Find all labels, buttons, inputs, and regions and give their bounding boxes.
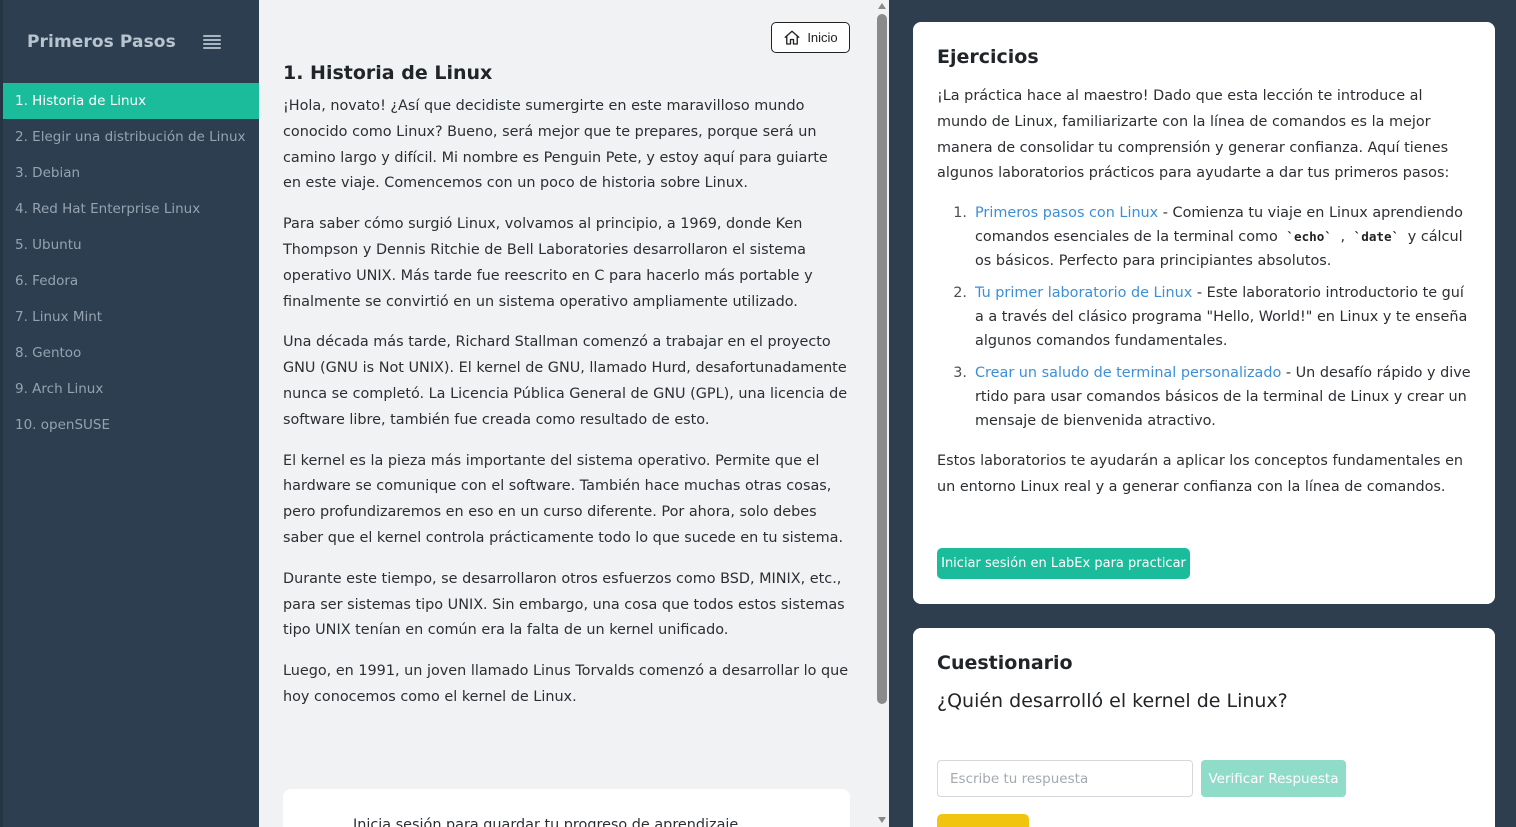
answer-input[interactable] <box>937 760 1193 797</box>
progress-login-text[interactable]: Inicia sesión para guardar tu progreso d… <box>353 817 738 827</box>
hint-button[interactable] <box>937 814 1029 827</box>
labex-login-button[interactable]: Iniciar sesión en LabEx para practicar <box>937 548 1190 579</box>
exercise-link-primer-laboratorio[interactable]: Tu primer laboratorio de Linux <box>975 285 1192 301</box>
sidebar-item-arch-linux[interactable]: 9. Arch Linux <box>3 371 259 407</box>
sidebar-item-label: 1. Historia de Linux <box>15 93 147 109</box>
lesson-paragraph: Una década más tarde, Richard Stallman c… <box>283 334 848 428</box>
exercise-link-primeros-pasos[interactable]: Primeros pasos con Linux <box>975 205 1158 221</box>
sidebar-item-label: 8. Gentoo <box>15 345 82 361</box>
quiz-title: Cuestionario <box>937 652 1073 674</box>
sidebar-item-label: 3. Debian <box>15 165 81 181</box>
lesson-paragraph: Para saber cómo surgió Linux, volvamos a… <box>283 216 813 310</box>
lesson-body: 1. Historia de Linux ¡Hola, novato! ¿Así… <box>283 62 849 726</box>
home-button-label: Inicio <box>807 30 838 45</box>
content-scrollbar[interactable] <box>875 0 889 827</box>
menu-icon-bar <box>203 42 221 45</box>
code-echo: `echo` <box>1286 229 1332 245</box>
exercise-item: 3. Crear un saludo de terminal personali… <box>937 361 1471 433</box>
sidebar-title: Primeros Pasos <box>27 31 176 52</box>
exercise-body: Primeros pasos con Linux - Comienza tu v… <box>975 201 1471 273</box>
lesson-paragraph: El kernel es la pieza más importante del… <box>283 452 844 546</box>
exercise-body: Tu primer laboratorio de Linux - Este la… <box>975 281 1471 353</box>
quiz-question: ¿Quién desarrolló el kernel de Linux? <box>937 690 1288 712</box>
exercises-card: Ejercicios ¡La práctica hace al maestro!… <box>913 22 1495 604</box>
sidebar-item-historia-de-linux[interactable]: 1. Historia de Linux <box>3 83 259 119</box>
exercises-title: Ejercicios <box>937 46 1039 68</box>
sidebar-item-label: 9. Arch Linux <box>15 381 104 397</box>
scrollbar-thumb[interactable] <box>877 14 887 704</box>
exercises-list: 1. Primeros pasos con Linux - Comienza t… <box>937 201 1471 433</box>
lesson-paragraph: Durante este tiempo, se desarrollaron ot… <box>283 570 845 639</box>
code-date: `date` <box>1353 229 1400 245</box>
exercise-separator: , <box>1335 229 1350 246</box>
sidebar-item-label: 5. Ubuntu <box>15 237 82 253</box>
sidebar-item-label: 7. Linux Mint <box>15 309 103 325</box>
quiz-card: Cuestionario ¿Quién desarrolló el kernel… <box>913 628 1495 827</box>
sidebar: Primeros Pasos 1. Historia de Linux 2. E… <box>0 0 259 827</box>
sidebar-item-elegir-distribucion[interactable]: 2. Elegir una distribución de Linux <box>3 119 259 155</box>
right-panel: Ejercicios ¡La práctica hace al maestro!… <box>889 0 1516 827</box>
exercises-outro: Estos laboratorios te ayudarán a aplicar… <box>937 453 1464 495</box>
exercise-item: 1. Primeros pasos con Linux - Comienza t… <box>937 201 1471 273</box>
lesson-paragraph: ¡Hola, novato! ¿Así que decidiste sumerg… <box>283 98 828 192</box>
scroll-up-icon[interactable] <box>878 3 886 9</box>
home-button[interactable]: Inicio <box>771 22 850 53</box>
menu-icon-bar <box>203 34 221 37</box>
exercise-item: 2. Tu primer laboratorio de Linux - Este… <box>937 281 1471 353</box>
sidebar-item-linux-mint[interactable]: 7. Linux Mint <box>3 299 259 335</box>
sidebar-item-label: 4. Red Hat Enterprise Linux <box>15 201 201 217</box>
quiz-answer-row: Verificar Respuesta <box>937 760 1346 797</box>
sidebar-item-gentoo[interactable]: 8. Gentoo <box>3 335 259 371</box>
exercises-intro: ¡La práctica hace al maestro! Dado que e… <box>937 88 1450 182</box>
home-icon <box>784 30 800 45</box>
sidebar-item-label: 2. Elegir una distribución de Linux <box>15 129 246 145</box>
scroll-down-icon[interactable] <box>878 817 886 823</box>
menu-icon-bar <box>203 38 221 41</box>
sidebar-item-label: 10. openSUSE <box>15 417 111 433</box>
sidebar-item-debian[interactable]: 3. Debian <box>3 155 259 191</box>
exercise-body: Crear un saludo de terminal personalizad… <box>975 361 1471 433</box>
sidebar-item-fedora[interactable]: 6. Fedora <box>3 263 259 299</box>
menu-icon[interactable] <box>203 34 221 49</box>
sidebar-nav: 1. Historia de Linux 2. Elegir una distr… <box>3 83 259 443</box>
progress-login-card: Inicia sesión para guardar tu progreso d… <box>283 789 850 827</box>
sidebar-item-ubuntu[interactable]: 5. Ubuntu <box>3 227 259 263</box>
lesson-title: 1. Historia de Linux <box>283 62 493 84</box>
lesson-content: Inicio 1. Historia de Linux ¡Hola, novat… <box>259 0 875 827</box>
sidebar-item-label: 6. Fedora <box>15 273 79 289</box>
menu-icon-bar <box>203 46 221 49</box>
sidebar-item-opensuse[interactable]: 10. openSUSE <box>3 407 259 443</box>
exercise-link-saludo-terminal[interactable]: Crear un saludo de terminal personalizad… <box>975 365 1281 381</box>
verify-answer-button[interactable]: Verificar Respuesta <box>1201 760 1346 797</box>
exercise-number: 1. <box>953 205 967 222</box>
exercise-number: 2. <box>953 285 967 302</box>
exercise-number: 3. <box>953 365 967 382</box>
lesson-paragraph: Luego, en 1991, un joven llamado Linus T… <box>283 663 849 705</box>
sidebar-item-red-hat[interactable]: 4. Red Hat Enterprise Linux <box>3 191 259 227</box>
sidebar-header: Primeros Pasos <box>3 0 259 83</box>
